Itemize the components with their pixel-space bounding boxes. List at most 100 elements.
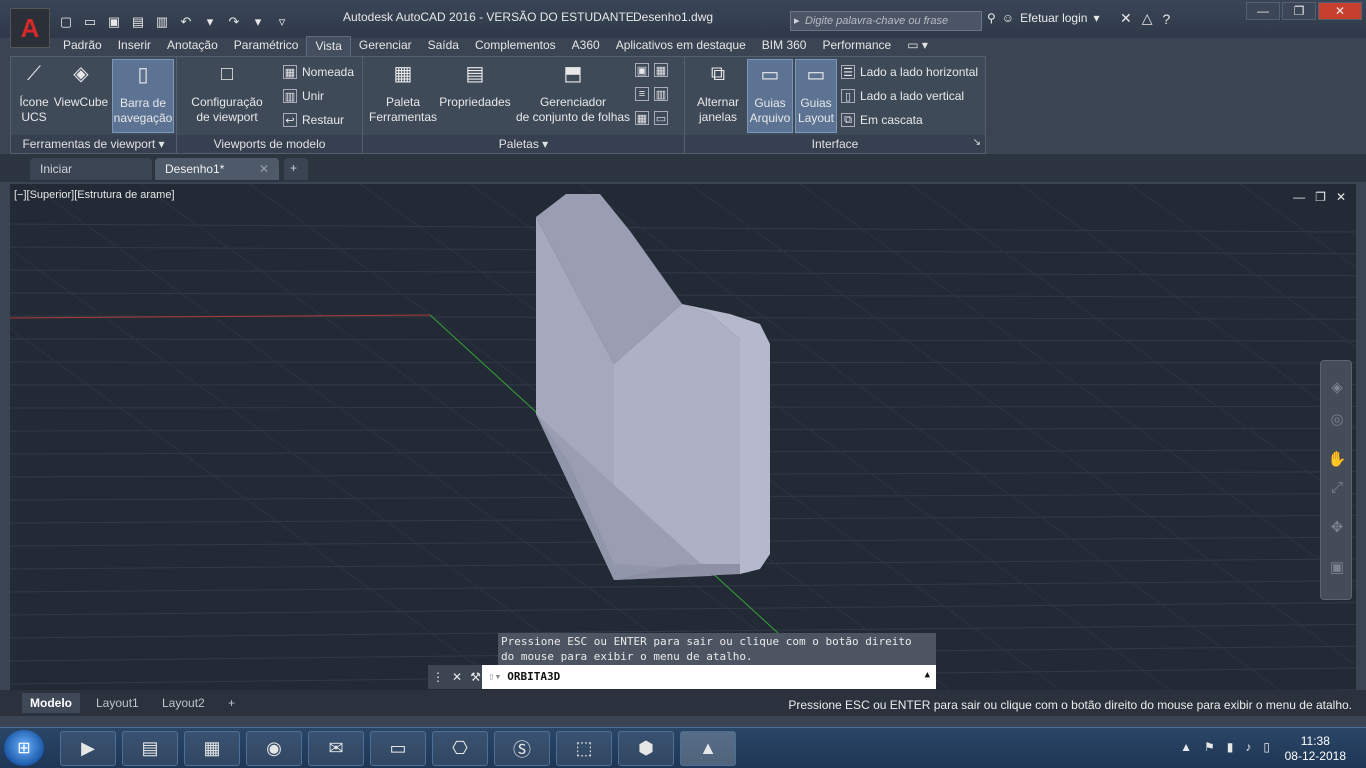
ribbon-tab-10[interactable]: BIM 360 <box>754 36 815 56</box>
save-as-icon[interactable]: ▤ <box>128 13 148 31</box>
icone-ucs-button[interactable]: ⟋ Ícone UCS <box>15 59 53 125</box>
configuracao-viewport-button[interactable]: □ Configuração de viewport <box>187 59 267 125</box>
cube-nav-icon[interactable]: ◈ <box>1327 377 1347 397</box>
panel-title-ferramentas[interactable]: Ferramentas de viewport ▾ <box>11 135 176 153</box>
viewcube-button[interactable]: ◈ ViewCube <box>53 59 109 110</box>
tab-layout2[interactable]: Layout2 <box>154 693 213 713</box>
palette-small-3[interactable]: ▦ ▭ <box>635 111 668 125</box>
add-layout-button[interactable]: + <box>220 693 243 713</box>
cascata-button[interactable]: ⧉ Em cascata <box>841 113 923 127</box>
minimize-button[interactable]: — <box>1246 2 1280 20</box>
model-space-canvas[interactable] <box>10 184 1356 690</box>
ribbon-tab-9[interactable]: Aplicativos em destaque <box>608 36 754 56</box>
autocad-logo-icon[interactable]: A <box>10 8 50 48</box>
drawing-viewport[interactable]: [−][Superior][Estrutura de arame] — ❐ ✕ … <box>10 184 1356 690</box>
exchange-apps-icon[interactable]: ✕ <box>1120 10 1132 27</box>
lado-vertical-button[interactable]: ▯ Lado a lado vertical <box>841 89 964 103</box>
palette-small-2[interactable]: ≡ ▥ <box>635 87 668 101</box>
save-icon[interactable]: ▣ <box>104 13 124 31</box>
close-command-icon[interactable]: ✕ <box>452 670 462 684</box>
ribbon-tab-3[interactable]: Paramétrico <box>226 36 307 56</box>
close-button[interactable]: ✕ <box>1318 2 1362 20</box>
ribbon-tab-2[interactable]: Anotação <box>159 36 226 56</box>
command-line-handle[interactable]: ⋮ ✕ ⚒ <box>428 665 482 689</box>
gerenciador-conjunto-button[interactable]: ⬒ Gerenciador de conjunto de folhas <box>513 59 633 125</box>
guias-layout-button[interactable]: ▭ Guias Layout <box>795 59 837 133</box>
tray-expand-icon[interactable]: ▲ <box>1180 740 1192 754</box>
app-grid-icon[interactable]: ▦ <box>184 731 240 766</box>
restaur-button[interactable]: ↩ Restaur <box>283 113 344 127</box>
nomeada-button[interactable]: ▦ Nomeada <box>283 65 354 79</box>
new-tab-button[interactable]: + <box>284 158 308 180</box>
clock[interactable]: 11:38 08-12-2018 <box>1285 734 1346 764</box>
binoculars-icon[interactable]: ⚲ <box>987 11 996 25</box>
a360-icon[interactable]: △ <box>1142 10 1153 27</box>
viewport-close-icon[interactable]: ✕ <box>1336 190 1346 204</box>
remote-app-icon[interactable]: ⬚ <box>556 731 612 766</box>
help-icon[interactable]: ? <box>1163 11 1171 27</box>
viewport-restore-icon[interactable]: ❐ <box>1315 190 1326 204</box>
command-input[interactable]: ⇧▾ ORBITA3D ▲ <box>482 665 936 689</box>
user-icon[interactable]: ☺ <box>1002 11 1014 25</box>
toolbox-icon[interactable]: ▤ <box>122 731 178 766</box>
zoom-extents-icon[interactable]: ⤢ <box>1327 477 1347 497</box>
tab-layout1[interactable]: Layout1 <box>88 693 147 713</box>
viewport-label[interactable]: [−][Superior][Estrutura de arame] <box>14 189 175 201</box>
acrobat-icon[interactable]: ⎔ <box>432 731 488 766</box>
undo-icon[interactable]: ↶ <box>176 13 196 31</box>
search-input[interactable]: Digite palavra-chave ou frase <box>790 11 982 31</box>
redo-icon[interactable]: ↷ <box>224 13 244 31</box>
viewport-minimize-icon[interactable]: — <box>1293 190 1305 204</box>
pan-hand-icon[interactable]: ✋ <box>1327 449 1347 469</box>
tab-iniciar[interactable]: Iniciar <box>30 158 152 180</box>
ribbon-more-icon[interactable]: ▭ ▾ <box>899 36 936 56</box>
paleta-ferramentas-button[interactable]: ▦ Paleta Ferramentas <box>367 59 439 125</box>
s-app-icon[interactable]: Ⓢ <box>494 731 550 766</box>
network-icon[interactable]: ▮ <box>1227 740 1234 754</box>
palette-small-1[interactable]: ▣ ▦ <box>635 63 668 77</box>
ribbon-tab-11[interactable]: Performance <box>814 36 899 56</box>
barra-navegacao-button[interactable]: ▯ Barra de navegação <box>112 59 174 133</box>
orbit-icon[interactable]: ✥ <box>1327 517 1347 537</box>
propriedades-button[interactable]: ▤ Propriedades <box>439 59 511 110</box>
unir-button[interactable]: ▥ Unir <box>283 89 324 103</box>
panel-title-paletas[interactable]: Paletas ▾ <box>363 135 684 153</box>
start-button[interactable]: ⊞ <box>4 730 44 766</box>
ribbon-tab-0[interactable]: Padrão <box>55 36 110 56</box>
command-history-icon[interactable]: ▲ <box>925 670 930 684</box>
shield-app-icon[interactable]: ⬢ <box>618 731 674 766</box>
volume-icon[interactable]: ♪ <box>1245 740 1251 754</box>
media-player-icon[interactable]: ▶ <box>60 731 116 766</box>
file-explorer-icon[interactable]: ▭ <box>370 731 426 766</box>
tab-desenho1[interactable]: Desenho1* ✕ <box>155 158 279 180</box>
ribbon-tab-7[interactable]: Complementos <box>467 36 564 56</box>
steering-wheel-icon[interactable]: ◎ <box>1327 409 1347 429</box>
tab-modelo[interactable]: Modelo <box>22 693 80 713</box>
ribbon-tab-5[interactable]: Gerenciar <box>351 36 420 56</box>
chrome-icon[interactable]: ◉ <box>246 731 302 766</box>
grip-icon[interactable]: ⋮ <box>432 670 444 684</box>
ribbon-tab-1[interactable]: Inserir <box>110 36 159 56</box>
customize-qa-icon[interactable]: ▿ <box>272 13 292 31</box>
login-button[interactable]: Efetuar login <box>1020 11 1087 25</box>
customize-wrench-icon[interactable]: ⚒ <box>470 670 481 684</box>
flag-icon[interactable]: ⚑ <box>1204 740 1215 754</box>
undo-dropdown-icon[interactable]: ▾ <box>200 13 220 31</box>
panel-launcher-icon[interactable]: ↘ <box>973 137 981 148</box>
guias-arquivo-button[interactable]: ▭ Guias Arquivo <box>747 59 793 133</box>
redo-dropdown-icon[interactable]: ▾ <box>248 13 268 31</box>
close-tab-icon[interactable]: ✕ <box>259 162 269 176</box>
autocad-taskbar-icon[interactable]: ▲ <box>680 731 736 766</box>
print-icon[interactable]: ▥ <box>152 13 172 31</box>
alternar-janelas-button[interactable]: ⧉ Alternar janelas <box>693 59 743 125</box>
showmotion-icon[interactable]: ▣ <box>1327 557 1347 577</box>
ribbon-tab-6[interactable]: Saída <box>420 36 467 56</box>
maximize-button[interactable]: ❐ <box>1282 2 1316 20</box>
login-dropdown-icon[interactable]: ▾ <box>1093 11 1099 25</box>
lado-horizontal-button[interactable]: ☰ Lado a lado horizontal <box>841 65 978 79</box>
recent-commands-icon[interactable]: ⇧▾ <box>488 670 501 684</box>
power-icon[interactable]: ▯ <box>1263 740 1270 754</box>
ribbon-tab-8[interactable]: A360 <box>564 36 608 56</box>
outlook-icon[interactable]: ✉ <box>308 731 364 766</box>
ribbon-tab-4[interactable]: Vista <box>306 36 351 56</box>
